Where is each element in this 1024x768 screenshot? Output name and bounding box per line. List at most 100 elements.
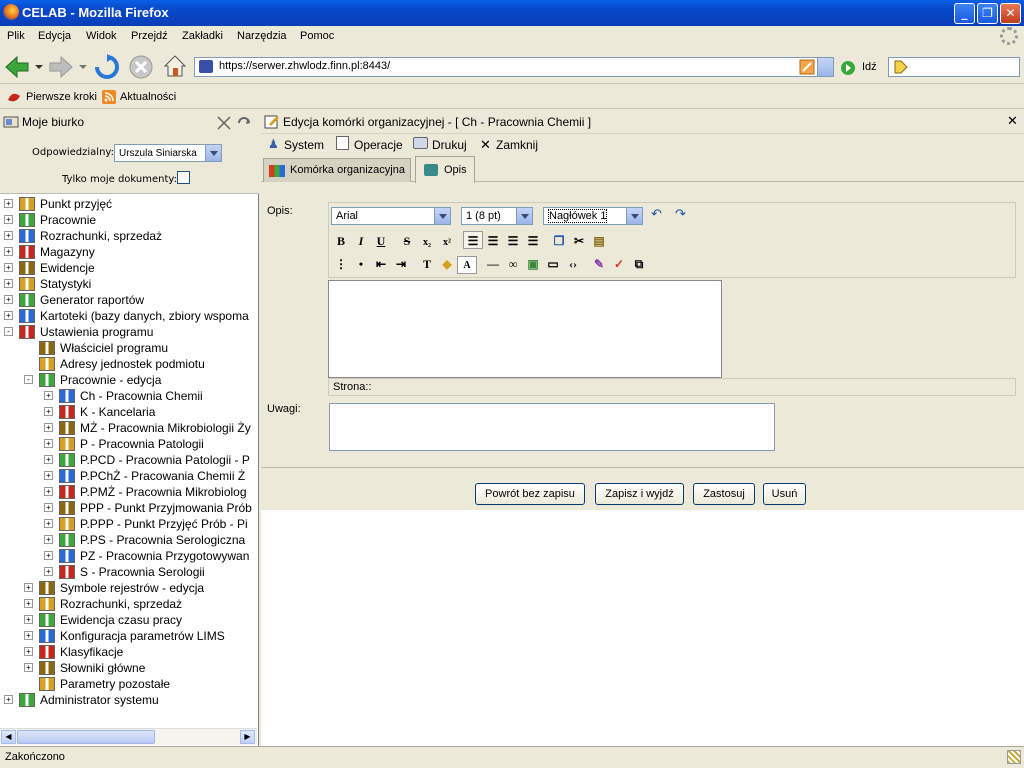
numbered-list-icon[interactable]: ⋮	[331, 255, 351, 273]
menu-przejdz[interactable]: Przejdź	[131, 30, 168, 42]
search-input[interactable]	[888, 57, 1020, 77]
tree-item[interactable]: + P - Pracownia Patologii	[44, 436, 204, 452]
expand-node-icon[interactable]: +	[44, 423, 53, 433]
tree-item[interactable]: + P.PPP - Punkt Przyjęć Prób - Pi	[44, 516, 248, 532]
expand-node-icon[interactable]: +	[4, 263, 13, 273]
apply-button[interactable]: Zastosuj	[693, 483, 755, 505]
expand-node-icon[interactable]: +	[24, 647, 33, 657]
collapse-node-icon[interactable]: -	[24, 375, 33, 385]
tree-item[interactable]: + Ewidencje	[4, 260, 95, 276]
expand-node-icon[interactable]: +	[44, 519, 53, 529]
go-icon[interactable]	[840, 60, 856, 76]
image-icon[interactable]: ▣	[523, 255, 543, 273]
tree-item[interactable]: + MŻ - Pracownia Mikrobiologii Ży	[44, 420, 251, 436]
expand-node-icon[interactable]: +	[24, 631, 33, 641]
back-icon[interactable]	[4, 55, 30, 79]
tree-item[interactable]: + Konfiguracja parametrów LIMS	[24, 628, 225, 644]
tree-item[interactable]: Adresy jednostek podmiotu	[24, 356, 205, 372]
tree-item[interactable]: + S - Pracownia Serologii	[44, 564, 205, 580]
resize-grip-icon[interactable]	[1007, 750, 1021, 764]
bookmark-aktualnosci[interactable]: Aktualności	[120, 91, 176, 103]
url-history-dropdown[interactable]	[817, 58, 833, 76]
only-mine-checkbox[interactable]	[177, 171, 190, 184]
tree-item[interactable]: + PZ - Pracownia Przygotowywan	[44, 548, 249, 564]
copy-icon[interactable]: ❐	[549, 232, 569, 250]
expand-node-icon[interactable]: +	[44, 407, 53, 417]
strikethrough-icon[interactable]: S	[397, 232, 417, 250]
expand-node-icon[interactable]: +	[44, 567, 53, 577]
bookmark-pierwsze-kroki[interactable]: Pierwsze kroki	[26, 91, 97, 103]
tree-item[interactable]: - Ustawienia programu	[4, 324, 153, 340]
expand-node-icon[interactable]: +	[24, 615, 33, 625]
menu-narzedzia[interactable]: Narzędzia	[237, 30, 287, 42]
menu-widok[interactable]: Widok	[86, 30, 117, 42]
reload-icon[interactable]	[94, 54, 120, 80]
expand-node-icon[interactable]: +	[4, 231, 13, 241]
indent-icon[interactable]: ⇥	[391, 255, 411, 273]
align-center-icon[interactable]: ☰	[483, 232, 503, 250]
bullet-list-icon[interactable]: •	[351, 255, 371, 273]
tree-item[interactable]: - Pracownie - edycja	[24, 372, 161, 388]
expand-node-icon[interactable]: +	[24, 599, 33, 609]
table-icon[interactable]: ▭	[543, 255, 563, 273]
forward-icon[interactable]	[48, 55, 74, 79]
italic-icon[interactable]: I	[351, 232, 371, 250]
tree-item[interactable]: Parametry pozostałe	[24, 676, 170, 692]
save-and-exit-button[interactable]: Zapisz i wyjdź	[595, 483, 684, 505]
tree-item[interactable]: + Magazyny	[4, 244, 95, 260]
tree-item[interactable]: + PPP - Punkt Przyjmowania Prób	[44, 500, 252, 516]
stop-icon[interactable]	[128, 54, 154, 80]
scroll-thumb[interactable]	[17, 730, 155, 744]
expand-node-icon[interactable]: +	[44, 471, 53, 481]
tree-item[interactable]: + Ch - Pracownia Chemii	[44, 388, 203, 404]
expand-node-icon[interactable]: +	[44, 455, 53, 465]
expand-node-icon[interactable]: +	[4, 215, 13, 225]
uwagi-textarea[interactable]	[329, 403, 775, 451]
clean-format-icon[interactable]: ✎	[589, 255, 609, 273]
close-window-button[interactable]: ✕	[1000, 3, 1021, 24]
tree-item[interactable]: + Statystyki	[4, 276, 91, 292]
expand-node-icon[interactable]: +	[44, 487, 53, 497]
menu-plik[interactable]: Plik	[7, 30, 25, 42]
highlight-color-icon[interactable]: ◆	[437, 255, 457, 273]
refresh-tree-icon[interactable]	[236, 115, 252, 131]
tree-item[interactable]: + Punkt przyjęć	[4, 196, 112, 212]
opis-editor-area[interactable]	[328, 280, 722, 378]
expand-node-icon[interactable]: +	[4, 695, 13, 705]
expand-node-icon[interactable]: +	[4, 199, 13, 209]
paste-icon[interactable]: ▤	[589, 232, 609, 250]
rss-feed-icon[interactable]	[799, 59, 815, 75]
tree-item[interactable]: + Klasyfikacje	[24, 644, 123, 660]
cut-icon[interactable]: ✂	[569, 232, 589, 250]
site-identity-icon[interactable]	[199, 60, 213, 73]
scroll-right-button[interactable]: ▶	[240, 730, 255, 744]
url-bar[interactable]: https://serwer.zhwlodz.finn.pl:8443/	[194, 57, 834, 77]
expand-node-icon[interactable]: +	[4, 247, 13, 257]
fullscreen-icon[interactable]: ⧉	[629, 255, 649, 273]
responsible-select[interactable]: Urszula Siniarska	[114, 144, 222, 162]
collapse-node-icon[interactable]: -	[4, 327, 13, 337]
spellcheck-icon[interactable]: ✓	[609, 255, 629, 273]
tree-item[interactable]: + Kartoteki (bazy danych, zbiory wspoma	[4, 308, 249, 324]
menu-pomoc[interactable]: Pomoc	[300, 30, 334, 42]
tree-item[interactable]: + Rozrachunki, sprzedaż	[24, 596, 182, 612]
expand-node-icon[interactable]: +	[4, 311, 13, 321]
horizontal-rule-icon[interactable]: —	[483, 255, 503, 273]
text-color-icon[interactable]: T	[417, 255, 437, 273]
expand-node-icon[interactable]: +	[24, 583, 33, 593]
bold-icon[interactable]: B	[331, 232, 351, 250]
menu-system[interactable]: System	[284, 138, 324, 152]
source-code-icon[interactable]: ‹›	[563, 255, 583, 273]
tree-item[interactable]: + Administrator systemu	[4, 692, 159, 708]
back-without-save-button[interactable]: Powrót bez zapisu	[475, 483, 585, 505]
menu-zamknij[interactable]: Zamknij	[496, 138, 538, 152]
align-right-icon[interactable]: ☰	[503, 232, 523, 250]
superscript-icon[interactable]: x²	[437, 234, 457, 252]
tree-item[interactable]: + Ewidencja czasu pracy	[24, 612, 182, 628]
delete-button[interactable]: Usuń	[763, 483, 806, 505]
expand-node-icon[interactable]: +	[44, 535, 53, 545]
go-button[interactable]: Idź	[862, 61, 877, 73]
close-dialog-icon[interactable]: ✕	[1007, 114, 1018, 129]
forward-dropdown-icon[interactable]	[79, 63, 87, 71]
tree-item[interactable]: + Generator raportów	[4, 292, 144, 308]
